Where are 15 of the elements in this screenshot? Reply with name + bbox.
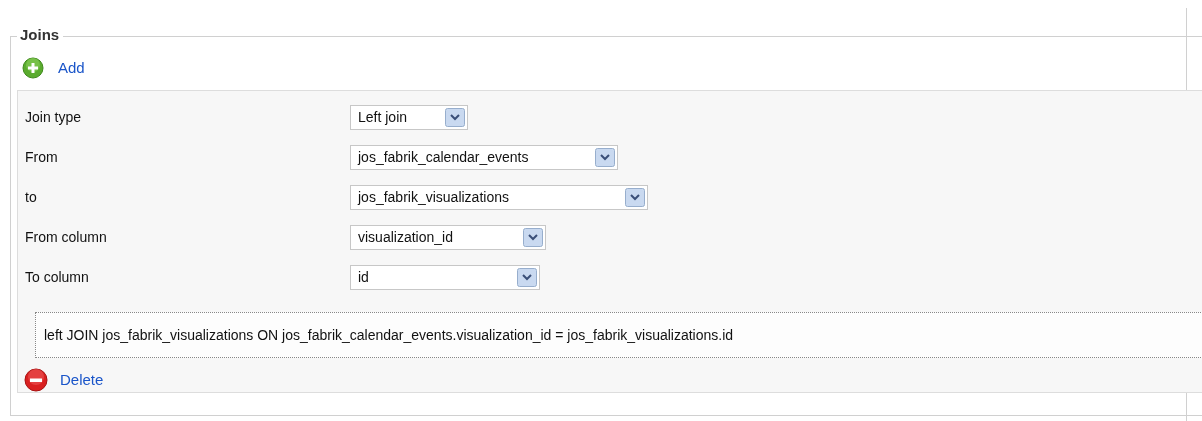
select-field[interactable]: visualization_id — [350, 224, 546, 250]
select-field[interactable]: jos_fabrik_visualizations — [350, 184, 648, 210]
field-label: Join type — [24, 107, 83, 127]
select-field[interactable]: id — [350, 264, 540, 290]
field-label: To column — [24, 267, 90, 287]
select-field[interactable]: jos_fabrik_calendar_events — [350, 144, 618, 170]
field-label: From column — [24, 227, 108, 247]
add-link[interactable]: Add — [58, 56, 85, 80]
field-label: to — [24, 187, 38, 207]
select-field[interactable]: Left join — [350, 104, 468, 130]
delete-link[interactable]: Delete — [60, 368, 104, 392]
sql-statement: left JOIN jos_fabrik_visualizations ON jos_fabrik_calendar_events.visualization_id = jos_fabrik_visualizations.id — [35, 312, 1202, 358]
delete-icon[interactable] — [24, 368, 48, 392]
field-label: From — [24, 147, 59, 167]
add-icon[interactable] — [22, 57, 44, 79]
